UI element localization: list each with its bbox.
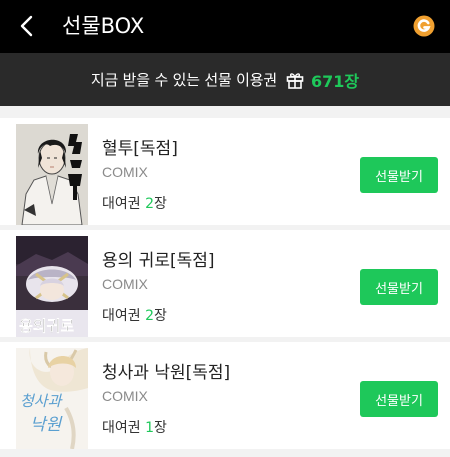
gift-ticket-banner: 지금 받을 수 있는 선물 이용권 671장 [0,53,450,106]
coin-icon [413,15,435,37]
rental-ticket-count: 대여권 2장 [102,193,167,213]
receive-gift-button[interactable]: 선물받기 [360,157,438,193]
list-item: 용의귀로 용의귀로 용의 귀로[독점] COMIX 대여권 2장 선물받기 [0,230,450,337]
back-button[interactable] [14,12,42,40]
receive-gift-button[interactable]: 선물받기 [360,381,438,417]
page-title: 선물BOX [62,14,145,38]
app-header: 선물BOX [0,0,450,53]
banner-text: 지금 받을 수 있는 선물 이용권 [90,71,277,89]
item-title[interactable]: 용의 귀로[독점] [102,246,215,271]
rental-unit: 장 [154,420,167,436]
cover-image[interactable]: 용의귀로 용의귀로 [16,236,88,337]
cover-image[interactable]: 청사과 낙원 [16,348,88,449]
item-title[interactable]: 청사과 낙원[독점] [102,358,230,383]
rental-label: 대여권 [102,196,146,212]
chevron-left-icon [20,15,33,37]
svg-text:청사과: 청사과 [20,392,63,410]
item-publisher: COMIX [102,164,148,180]
receive-gift-button[interactable]: 선물받기 [360,269,438,305]
rental-count: 2 [145,308,155,324]
item-publisher: COMIX [102,388,148,404]
coin-button[interactable] [413,15,435,37]
list-item: 혈투[독점] COMIX 대여권 2장 선물받기 [0,118,450,225]
rental-ticket-count: 대여권 1장 [102,417,167,437]
rental-count: 1 [145,420,155,436]
rental-unit: 장 [154,308,167,324]
rental-ticket-count: 대여권 2장 [102,305,167,325]
svg-text:낙원: 낙원 [30,415,63,435]
cover-image[interactable] [16,124,88,225]
rental-unit: 장 [154,196,167,212]
item-publisher: COMIX [102,276,148,292]
rental-label: 대여권 [102,308,146,324]
gift-icon [286,72,304,89]
list-item: 청사과 낙원 청사과 낙원[독점] COMIX 대여권 1장 선물받기 [0,342,450,449]
rental-label: 대여권 [102,420,146,436]
ticket-count: 671장 [310,71,360,91]
svg-text:용의귀로: 용의귀로 [19,317,74,335]
rental-count: 2 [145,196,155,212]
item-title[interactable]: 혈투[독점] [102,134,178,159]
